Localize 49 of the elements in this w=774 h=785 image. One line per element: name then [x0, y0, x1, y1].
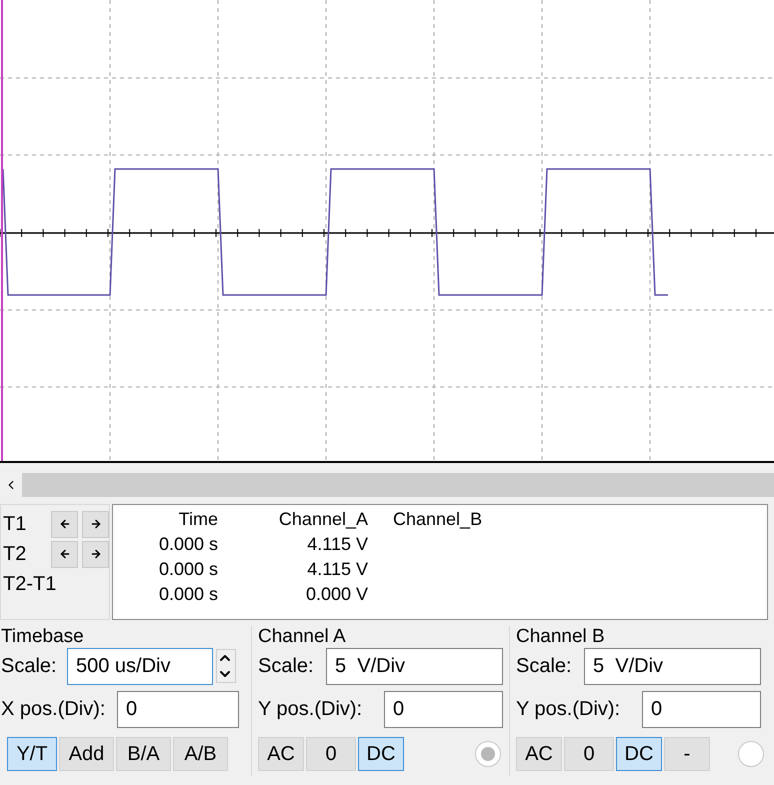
cursor-label: T2 [2, 542, 28, 567]
mode-button[interactable]: A/B [173, 737, 228, 771]
radio-button[interactable] [475, 741, 501, 767]
mode-button[interactable]: B/A [116, 737, 171, 771]
field-label: Scale: [516, 654, 573, 679]
table-cell-text: 0.000 V [304, 583, 368, 606]
position-field[interactable]: 0 [642, 690, 761, 728]
cursor-label: T2-T1 [2, 572, 53, 597]
scale-field[interactable]: 5 V/Div [584, 648, 761, 684]
column-header: Channel_A [278, 508, 368, 531]
mode-button[interactable]: 0 [306, 737, 356, 771]
mode-button[interactable]: Add [59, 737, 114, 771]
table-cell-text: 0.000 s [158, 583, 218, 606]
field-label: Y pos.(Div): [258, 697, 364, 722]
mode-button[interactable]: - [664, 737, 710, 771]
mode-button[interactable]: AC [258, 737, 304, 771]
table-cell-text: 0.000 s [158, 558, 218, 581]
mode-button[interactable]: DC [616, 737, 662, 771]
column-header: Time [178, 508, 218, 531]
mode-button[interactable]: AC [516, 737, 562, 771]
column-header: Channel_B [392, 508, 484, 531]
group-title: Timebase [1, 626, 85, 648]
mode-button[interactable]: DC [358, 737, 404, 771]
table-cell-text: 4.115 V [306, 558, 368, 581]
move-left-button[interactable] [51, 540, 78, 568]
cursor-label: T1 [2, 512, 28, 537]
scale-field[interactable]: 500 us/Div [67, 648, 213, 684]
field-label: X pos.(Div): [1, 697, 106, 722]
arrow-right-icon [90, 518, 102, 530]
scale-field[interactable]: 5 V/Div [326, 648, 503, 684]
field-label: Y pos.(Div): [516, 697, 622, 722]
move-right-button[interactable] [82, 540, 109, 568]
group-title: Channel B [516, 626, 606, 648]
move-right-button[interactable] [82, 510, 109, 538]
arrow-left-icon [58, 518, 70, 530]
spin-control[interactable] [216, 649, 236, 683]
field-label: Scale: [258, 654, 315, 679]
arrow-left-icon [58, 548, 70, 560]
mode-button[interactable]: Y/T [7, 737, 57, 771]
position-field[interactable]: 0 [117, 690, 239, 728]
field-label: Scale: [1, 654, 58, 679]
table-cell-text: 0.000 s [158, 533, 218, 556]
table-cell-text: 4.115 V [306, 533, 368, 556]
arrow-right-icon [90, 548, 102, 560]
group-title: Channel A [258, 626, 347, 648]
mode-button[interactable]: 0 [564, 737, 614, 771]
radio-button[interactable] [738, 741, 764, 767]
position-field[interactable]: 0 [384, 690, 503, 728]
move-left-button[interactable] [51, 510, 78, 538]
